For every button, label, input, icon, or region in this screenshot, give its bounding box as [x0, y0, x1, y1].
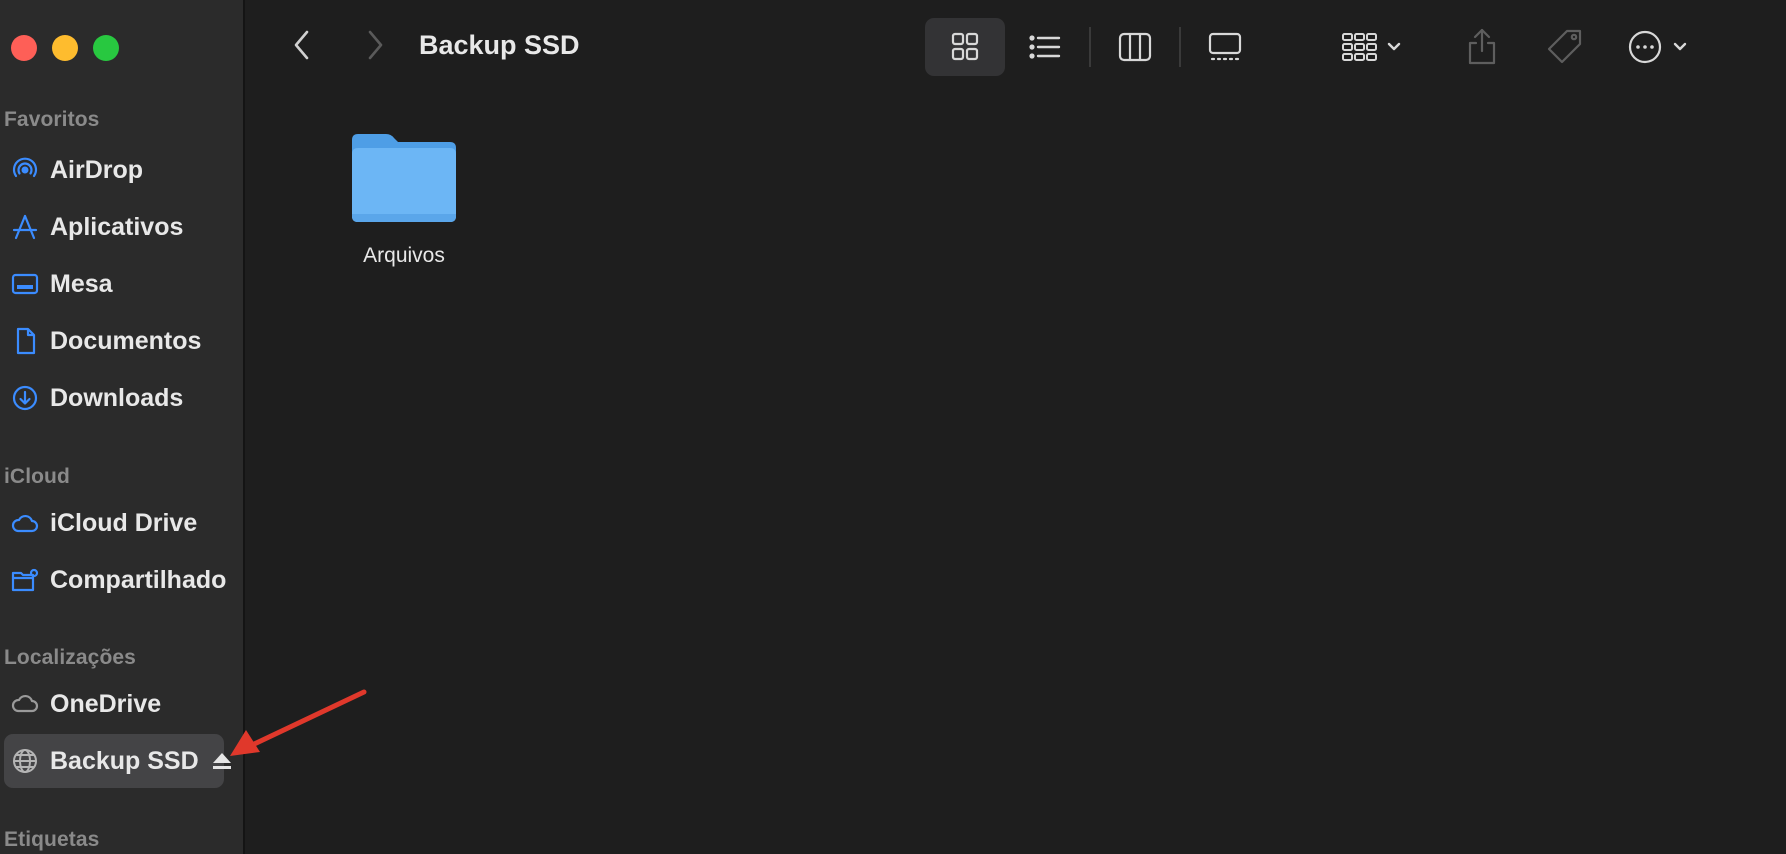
globe-icon — [8, 744, 42, 778]
more-icon — [1628, 30, 1687, 64]
share-button[interactable] — [1464, 17, 1500, 77]
sidebar-item-backup-ssd[interactable]: Backup SSD — [4, 734, 231, 788]
icon-view-button[interactable] — [925, 18, 1005, 76]
sidebar-item-label: Aplicativos — [50, 212, 184, 241]
window-controls — [11, 35, 119, 61]
close-button[interactable] — [11, 35, 37, 61]
sidebar-item-label: Downloads — [50, 383, 184, 412]
view-switcher — [925, 17, 1265, 77]
airdrop-icon — [8, 153, 42, 187]
sidebar-item-documentos[interactable]: Documentos — [4, 314, 224, 368]
sidebar: Favoritos AirDrop Aplicativos Mesa Docum… — [0, 0, 245, 854]
columns-icon — [1118, 32, 1152, 62]
tag-button[interactable] — [1545, 17, 1585, 77]
toolbar: Backup SSD — [247, 0, 1786, 92]
sidebar-item-icloud-drive[interactable]: iCloud Drive — [4, 496, 224, 550]
cloud-icon — [8, 687, 42, 721]
sidebar-item-label: Backup SSD — [50, 746, 199, 775]
sidebar-item-aplicativos[interactable]: Aplicativos — [4, 200, 224, 254]
file-name: Arquivos — [363, 244, 445, 267]
sidebar-item-compartilhado[interactable]: Compartilhado — [4, 553, 227, 607]
zoom-button[interactable] — [93, 35, 119, 61]
sidebar-section-etiquetas: Etiquetas — [4, 828, 100, 851]
share-icon — [1468, 28, 1496, 65]
group-button[interactable] — [1341, 17, 1411, 77]
sidebar-item-mesa[interactable]: Mesa — [4, 257, 224, 311]
gallery-view-button[interactable] — [1185, 18, 1265, 76]
document-icon — [8, 324, 42, 358]
file-browser-area: Arquivos — [247, 92, 1786, 854]
gallery-icon — [1208, 32, 1242, 61]
folder-item[interactable]: Arquivos — [329, 130, 479, 268]
annotation-arrow-icon — [230, 689, 367, 756]
folder-icon — [352, 134, 456, 222]
sidebar-section-favoritos: Favoritos — [4, 108, 100, 131]
sidebar-item-downloads[interactable]: Downloads — [4, 371, 224, 425]
grid-icon — [951, 32, 979, 61]
sidebar-section-icloud: iCloud — [4, 465, 70, 488]
window-title: Backup SSD — [419, 30, 580, 60]
sidebar-item-label: OneDrive — [50, 689, 162, 718]
shared-folder-icon — [8, 563, 42, 597]
chevron-right-icon — [368, 30, 383, 60]
list-view-button[interactable] — [1005, 18, 1085, 76]
chevron-down-icon — [1387, 42, 1401, 51]
sidebar-item-label: iCloud Drive — [50, 508, 198, 537]
toolbar-divider — [1179, 27, 1181, 67]
sidebar-section-localizacoes: Localizações — [4, 646, 136, 669]
applications-icon — [8, 210, 42, 244]
list-icon — [1029, 35, 1061, 59]
chevron-left-icon — [294, 30, 309, 60]
back-button[interactable] — [282, 25, 322, 65]
toolbar-divider — [1089, 27, 1091, 67]
column-view-button[interactable] — [1095, 18, 1175, 76]
more-button[interactable] — [1625, 17, 1697, 77]
downloads-icon — [8, 381, 42, 415]
icloud-icon — [8, 506, 42, 540]
forward-button[interactable] — [355, 25, 395, 65]
group-icon — [1342, 33, 1401, 61]
sidebar-item-label: Compartilhado — [50, 565, 227, 594]
sidebar-item-label: Mesa — [50, 269, 113, 298]
minimize-button[interactable] — [52, 35, 78, 61]
sidebar-item-label: Documentos — [50, 326, 202, 355]
sidebar-item-onedrive[interactable]: OneDrive — [4, 677, 224, 731]
tag-icon — [1547, 29, 1582, 64]
desktop-icon — [8, 267, 42, 301]
sidebar-item-label: AirDrop — [50, 155, 144, 184]
sidebar-item-airdrop[interactable]: AirDrop — [4, 143, 224, 197]
